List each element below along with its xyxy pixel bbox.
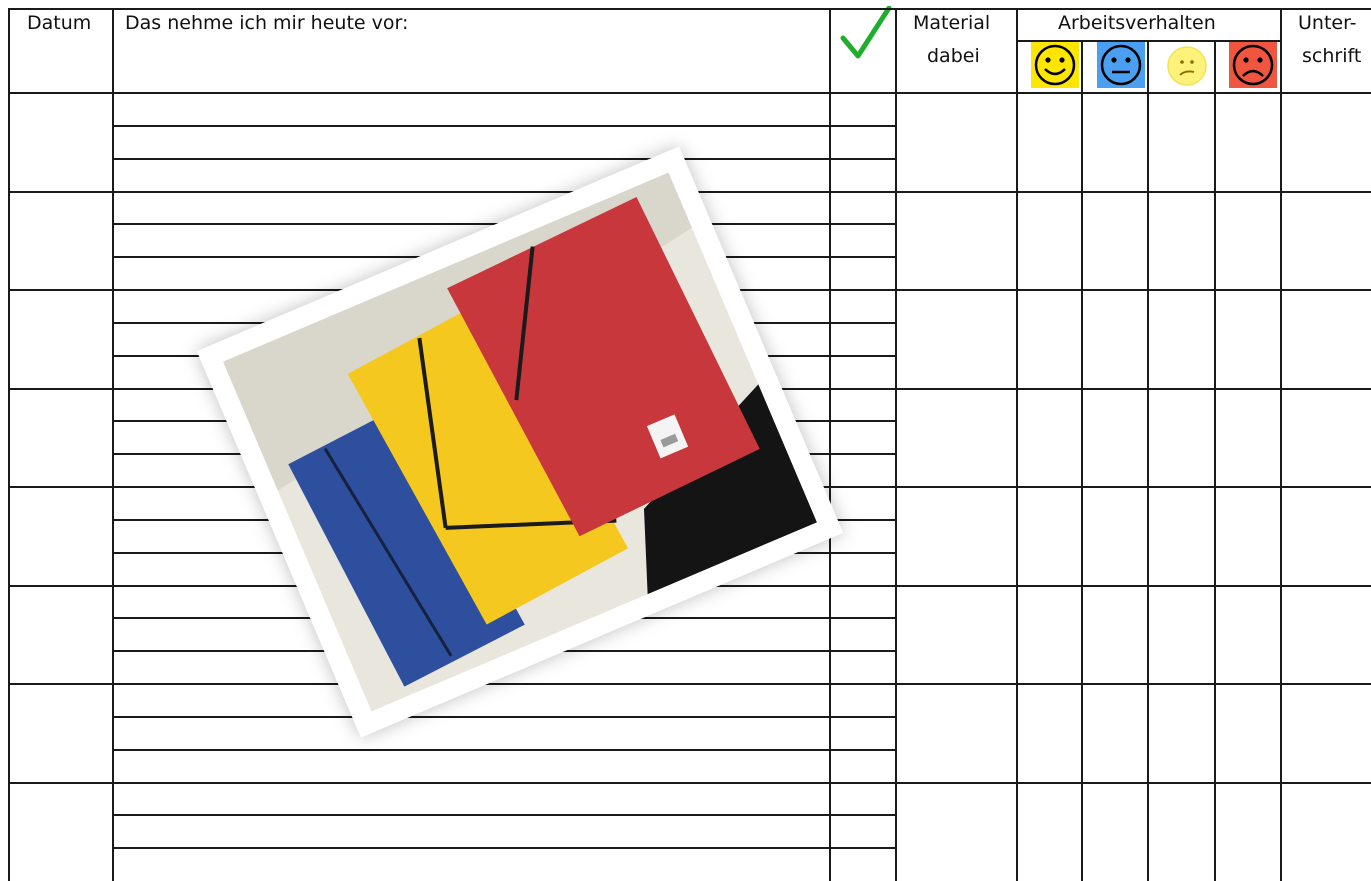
col-line-left: [8, 8, 10, 881]
col-line-rating2: [1147, 40, 1149, 881]
header-material-line1: Material: [913, 12, 991, 34]
checkmark-icon: [840, 6, 892, 59]
writing-line: [112, 716, 895, 718]
header-signature-line2: schrift: [1302, 45, 1362, 67]
row-separator: [8, 782, 1371, 784]
smiley-happy-icon: [1031, 42, 1079, 88]
writing-line: [112, 125, 895, 127]
writing-line: [112, 814, 895, 816]
planner-sheet: Datum Das nehme ich mir heute vor: Mater…: [0, 0, 1371, 881]
row-separator: [8, 683, 1371, 685]
col-line-rating3: [1214, 40, 1216, 881]
header-bottom-line: [8, 92, 1371, 94]
col-line-behavior: [1280, 8, 1282, 881]
smiley-unsure-icon: [1167, 46, 1207, 86]
col-line-rating1: [1081, 40, 1083, 881]
writing-line: [112, 749, 895, 751]
smiley-neutral-icon: [1097, 42, 1145, 88]
folders-image: [222, 172, 818, 712]
col-line-check: [895, 8, 897, 881]
header-plan: Das nehme ich mir heute vor:: [125, 12, 409, 34]
smiley-sad-icon: [1229, 42, 1277, 88]
col-line-plan: [829, 8, 831, 881]
col-line-date: [112, 8, 114, 881]
col-line-material: [1016, 8, 1018, 881]
folders-photo: [196, 146, 844, 738]
header-behavior: Arbeitsverhalten: [1058, 12, 1216, 34]
header-material-line2: dabei: [927, 45, 980, 67]
writing-line: [112, 158, 895, 160]
header-signature-line1: Unter-: [1298, 12, 1357, 34]
header-date: Datum: [27, 12, 92, 34]
table-border-top: [8, 8, 1371, 10]
writing-line: [112, 847, 895, 849]
